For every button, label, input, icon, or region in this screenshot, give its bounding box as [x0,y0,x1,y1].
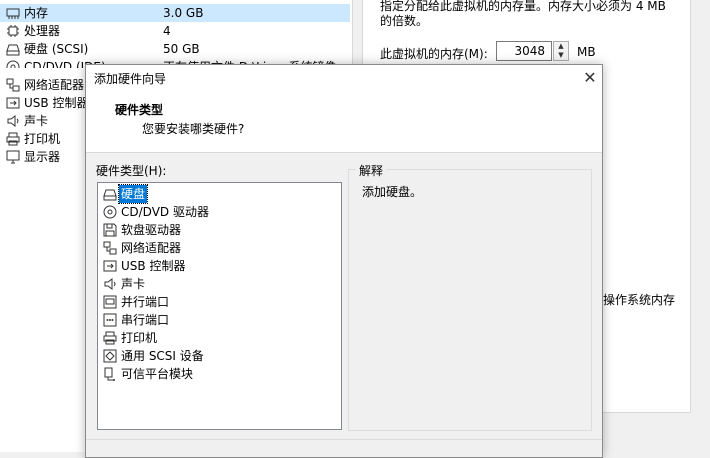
device-summary: 3.0 GB [163,6,204,20]
cpu-icon [6,24,20,38]
device-row-harddisk[interactable]: 硬盘 (SCSI) 50 GB [0,40,350,58]
memory-unit: MB [577,45,596,59]
device-name: 显示器 [24,150,61,164]
explanation-text: 添加硬盘。 [362,185,423,199]
list-item-label: 软盘驱动器 [121,223,182,237]
serial-port-icon [103,313,117,327]
list-item-label: 声卡 [121,277,146,291]
memory-label: 此虚拟机的内存(M): [380,47,488,61]
dialog-title: 添加硬件向导 [94,72,167,86]
list-item-label: 通用 SCSI 设备 [121,349,204,363]
printer-icon [6,132,20,146]
sound-icon [103,277,117,291]
spin-down-icon[interactable]: ▼ [554,51,568,60]
list-item-label: 可信平台模块 [121,367,194,381]
device-row-memory[interactable]: 内存 3.0 GB [0,4,350,22]
list-item-label: USB 控制器 [121,259,186,273]
memory-description-line2: 的倍数。 [380,14,429,28]
device-name: 处理器 [24,24,61,38]
network-icon [6,78,20,92]
hardware-type-label: 硬件类型(H): [96,164,167,178]
usb-icon [6,96,20,110]
tpm-icon [103,367,117,381]
usb-icon [103,259,117,273]
list-item-label: CD/DVD 驱动器 [121,205,209,219]
device-summary: 4 [163,24,171,38]
parallel-port-icon [103,295,117,309]
harddisk-icon [6,42,20,56]
wizard-heading: 硬件类型 [115,103,164,117]
button-area-divider [86,439,602,440]
add-hardware-wizard-dialog: 添加硬件向导 ✕ 硬件类型 您要安装哪类硬件? 硬件类型(H): 硬盘 CD/D… [85,64,603,458]
guest-os-memory-text: 操作系统内存 [603,293,676,307]
device-summary: 50 GB [163,42,200,56]
memory-icon [6,6,20,20]
explanation-label: 解释 [356,162,387,179]
hardware-type-list[interactable]: 硬盘 CD/DVD 驱动器 软盘驱动器 网络适配器 USB 控制器 声卡 并行端… [97,182,342,430]
list-item-label: 串行端口 [121,313,170,327]
monitor-icon [6,150,20,164]
device-name: 打印机 [24,132,61,146]
close-icon[interactable]: ✕ [580,68,600,88]
spin-up-icon[interactable]: ▲ [554,42,568,51]
list-item-label: 打印机 [121,331,158,345]
wizard-subheading: 您要安装哪类硬件? [142,122,245,136]
list-item-label: 并行端口 [121,295,170,309]
list-item-label: 网络适配器 [121,241,182,255]
cdrom-icon [103,205,117,219]
dialog-titlebar[interactable]: 添加硬件向导 ✕ [86,65,602,91]
device-name: 网络适配器 [24,78,85,92]
harddisk-icon [103,187,117,201]
list-item-label: 硬盘 [117,184,149,204]
memory-spinner[interactable]: ▲ ▼ [553,41,569,61]
sound-icon [6,114,20,128]
device-row-cpu[interactable]: 处理器 4 [0,22,350,40]
printer-icon [103,331,117,345]
network-icon [103,241,117,255]
device-name: 内存 [24,6,49,20]
cdrom-icon [6,60,20,68]
device-name: 声卡 [24,114,49,128]
device-name: 硬盘 (SCSI) [24,42,89,56]
wizard-header: 硬件类型 您要安装哪类硬件? [86,91,602,153]
device-name: USB 控制器 [24,96,89,110]
memory-input[interactable]: 3048 [496,41,552,61]
floppy-icon [103,223,117,237]
scsi-icon [103,349,117,363]
explanation-groupbox [348,169,592,431]
